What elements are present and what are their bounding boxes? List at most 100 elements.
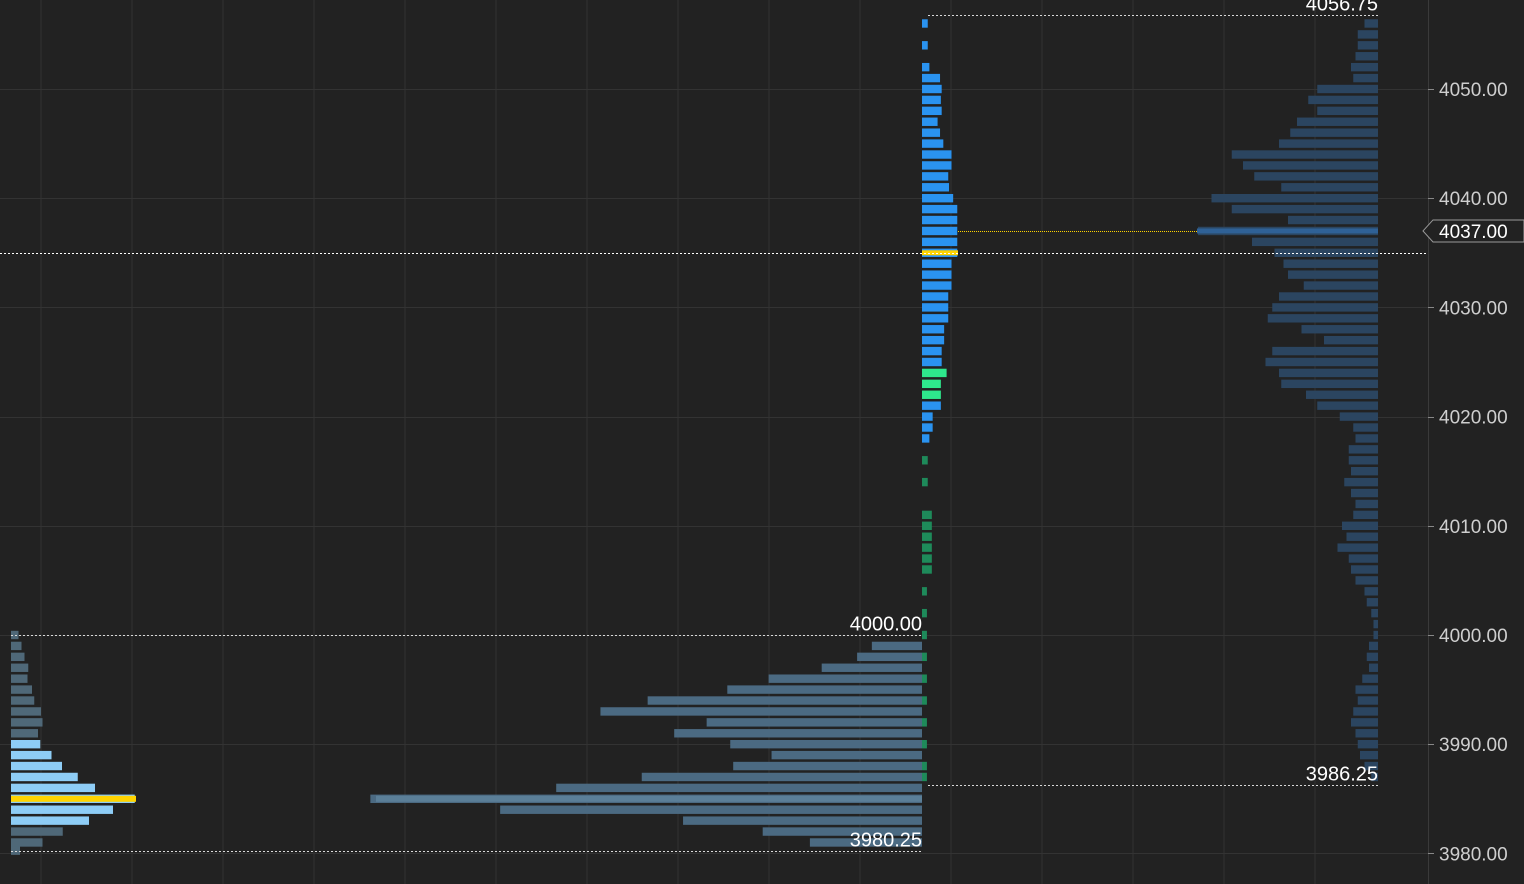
profile-session-2-mini-bar [922,554,932,563]
profile-session-2-wide-bar [1351,488,1378,498]
profile-session-2-mini-bar [922,652,927,662]
poc-bar-session-1-mini [11,795,136,802]
profile-session-2-mini-bar [922,477,928,487]
profile-session-2-wide-bar [1369,641,1378,651]
profile-session-2-wide-bar [1364,587,1378,596]
profile-session-2-mini-bar [922,226,958,236]
profile-session-1-mini-bar [11,783,95,793]
profile-session-2-mini-bar [922,215,958,225]
profile-session-2-wide-bar [1272,303,1378,312]
profile-session-1-mini-bar [11,805,113,814]
profile-session-2-wide-bar [1274,248,1378,257]
profile-session-2-wide-bar [1272,346,1378,356]
profile-session-2-mini-bar [922,401,941,410]
profile-session-1-mini-bar [11,750,52,760]
profile-session-1-mini-bar [11,663,29,672]
profile-session-2-mini-bar [922,434,930,443]
profile-session-2-mini-bar [922,565,932,574]
profile-session-2-wide-bar [1267,314,1378,323]
profile-session-1-mini-bar [11,652,25,662]
profile-session-2-wide-bar [1355,499,1378,509]
profile-session-1-wide-bar [600,707,922,716]
profile-session-2-wide-bar [1281,379,1378,389]
price-tick-label: 4000.00 [1439,626,1508,647]
profile-session-2-wide-bar [1254,172,1378,181]
profile-session-2-mini-bar [922,674,927,683]
profile-session-2-mini-bar [922,761,927,771]
profile-session-1-mini-bar [11,641,22,651]
profile-session-2-mini-bar [922,423,933,432]
profile-session-2-wide-bar [1265,357,1378,367]
profile-session-1-wide-bar [556,783,922,793]
profile-session-2-mini-bar [922,84,942,94]
poc-bar-session-2-wide [1197,228,1378,234]
profile-session-2-wide-bar [1324,335,1378,345]
profile-session-2-wide-bar [1297,117,1378,126]
profile-session-2-wide-bar [1252,237,1378,247]
profile-session-1-mini-bar [11,740,41,749]
profile-session-2-mini-bar [922,379,941,389]
profile-session-2-mini-bar [922,335,945,345]
profile-session-2-wide-bar [1303,281,1378,290]
profile-session-2-wide-bar [1288,270,1378,279]
profile-session-2-mini-bar [922,390,941,399]
profile-session-2-wide-bar [1348,456,1378,465]
profile-session-2-wide-bar [1353,707,1378,716]
profile-session-1-wide-bar [871,641,922,651]
profile-session-2-wide-bar [1353,73,1378,83]
profile-session-2-mini-bar [922,314,949,323]
profile-session-2-wide-bar [1366,598,1378,607]
profile-session-2-mini-bar [922,532,932,541]
profile-session-2-wide-bar [1344,477,1378,487]
profile-session-2-mini-bar [922,510,932,520]
profile-session-1-mini-bar [11,838,43,847]
profile-session-2-mini-bar [922,73,941,83]
profile-session-2-mini-bar [922,346,942,356]
profile-session-2-wide-bar [1362,674,1378,683]
profile-session-2-mini-bar [922,368,947,378]
profile-session-2-wide-bar [1348,554,1378,563]
profile-session-2-mini-bar [922,106,942,116]
profile-session-2-wide-bar [1351,718,1378,727]
profile-session-2-mini-bar [922,292,949,301]
price-tick-label: 3980.00 [1439,844,1508,865]
profile-session-2-wide-bar [1317,84,1378,94]
profile-session-2-mini-bar [922,62,930,72]
profile-session-1-wide-bar [641,772,922,782]
profile-session-1-wide-bar [500,805,922,814]
profile-session-2-mini-bar [922,41,928,50]
profile-session-2-mini-bar [922,95,941,105]
profile-session-2-wide-bar [1337,543,1378,552]
profile-session-2-wide-bar [1369,663,1378,672]
price-tick-label: 4010.00 [1439,517,1508,538]
price-tick-label: 4020.00 [1439,408,1508,429]
profile-session-1-wide-bar [821,663,922,672]
session-2-high-label: 4056.75 [1306,0,1378,16]
profile-session-2-wide-bar [1317,401,1378,410]
profile-session-2-wide-bar [1288,215,1378,225]
profile-session-2-wide-bar [1373,630,1378,640]
profile-session-1-wide-bar [683,816,922,825]
volume-profile-chart[interactable]: 4000.00 3980.25 4056.75 3986.25 3980.00 3990… [0,0,1524,884]
profile-session-2-mini-bar [922,204,958,214]
profile-session-2-wide-bar [1351,62,1378,72]
current-price-label: 4037.00 [1439,222,1508,243]
session-1-low-label: 3980.25 [850,830,922,852]
profile-session-2-mini-bar [922,740,927,749]
profile-session-2-wide-bar [1373,619,1378,629]
profile-session-2-wide-bar [1353,423,1378,432]
profile-session-2-mini-bar [922,521,932,530]
price-tick-label: 4040.00 [1439,189,1508,210]
profile-session-2-mini-bar [922,139,944,148]
profile-session-1-mini-bar [11,816,89,825]
profile-session-2-mini-bar [922,172,949,181]
profile-session-1-mini-bar [11,674,28,683]
profile-session-2-mini-bar [922,128,941,137]
profile-session-1-wide-bar [706,718,922,727]
profile-session-2-wide-bar [1342,521,1378,530]
profile-session-2-mini-bar [922,303,949,312]
profile-session-2-wide-bar [1348,445,1378,454]
price-tick-label: 4030.00 [1439,298,1508,319]
profile-session-2-mini-bar [922,772,927,782]
profile-session-2-mini-bar [922,161,952,170]
